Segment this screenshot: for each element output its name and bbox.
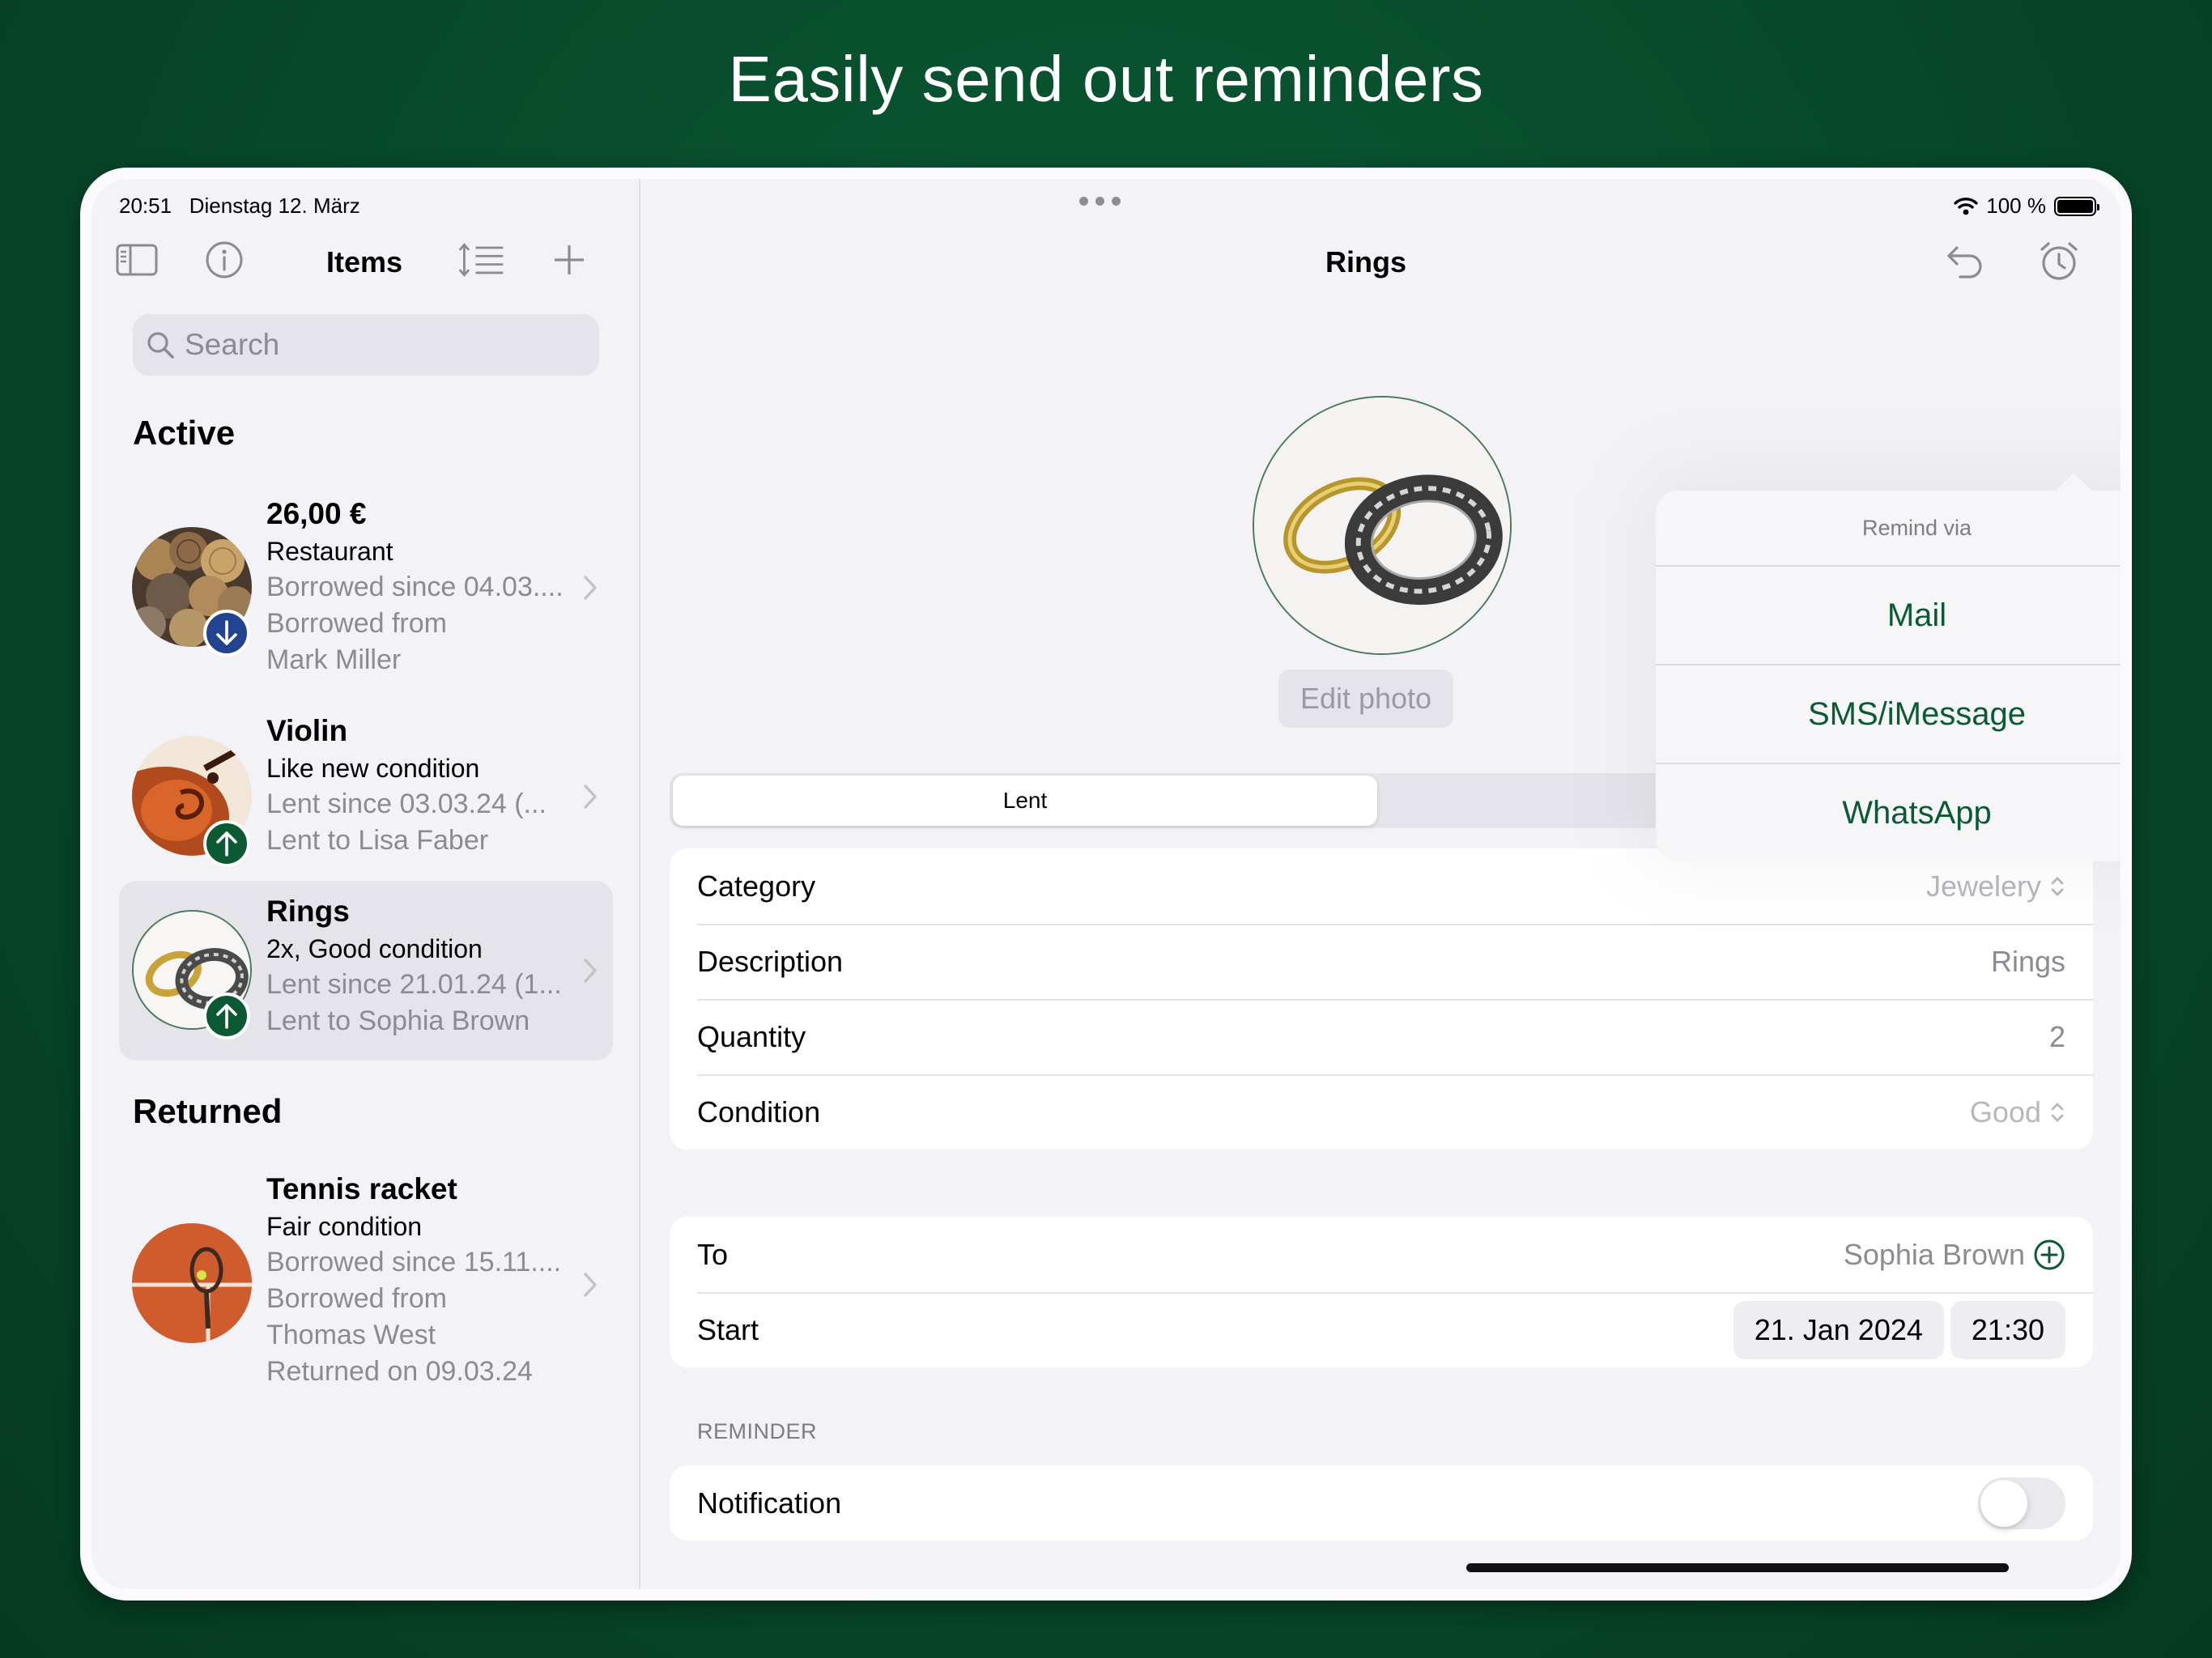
item-detail: Lent since 21.01.24 (1... bbox=[266, 969, 562, 1000]
status-clock: 20:51 Dienstag 12. März bbox=[119, 193, 360, 219]
segment-lent[interactable]: Lent bbox=[673, 776, 1377, 826]
remind-sms-option[interactable]: SMS/iMessage bbox=[1656, 664, 2121, 763]
status-indicators: 100 % bbox=[1954, 193, 2099, 219]
multitasking-dots-icon[interactable] bbox=[1079, 197, 1121, 206]
section-returned: Returned bbox=[133, 1092, 283, 1130]
start-label: Start bbox=[697, 1312, 759, 1346]
item-detail: Borrowed from bbox=[266, 1283, 447, 1314]
description-label: Description bbox=[697, 944, 844, 978]
borrowed-arrow-icon bbox=[203, 610, 250, 657]
notification-row: Notification bbox=[670, 1465, 2093, 1541]
popover-header: Remind via bbox=[1861, 515, 1972, 540]
reminder-section-caption: REMINDER bbox=[697, 1419, 818, 1443]
tennis-thumbnail bbox=[132, 1223, 252, 1343]
item-title: 26,00 € bbox=[266, 497, 367, 530]
list-item-tennis-racket[interactable]: Tennis racket Fair condition Borrowed si… bbox=[119, 1170, 613, 1405]
item-detail: Mark Miller bbox=[266, 644, 402, 675]
lent-arrow-icon bbox=[203, 993, 250, 1039]
item-fields-group: Category Jewelery Description Rings Quan… bbox=[670, 848, 2093, 1150]
home-indicator[interactable] bbox=[1466, 1563, 2009, 1572]
edit-photo-button[interactable]: Edit photo bbox=[1278, 670, 1453, 728]
detail-pane: 100 % Rings Edit photo Lent Bo bbox=[642, 179, 2121, 1589]
item-detail: Borrowed since 15.11.... bbox=[266, 1247, 562, 1278]
sidebar-title: Items bbox=[326, 245, 403, 278]
item-title: Tennis racket bbox=[266, 1172, 457, 1205]
list-item-restaurant[interactable]: 26,00 € Restaurant Borrowed since 04.03.… bbox=[119, 495, 613, 681]
reminder-group: Notification bbox=[670, 1465, 2093, 1541]
item-subtitle: Restaurant bbox=[266, 537, 393, 566]
battery-icon bbox=[2054, 196, 2099, 216]
remind-mail-option[interactable]: Mail bbox=[1656, 565, 2121, 664]
start-time-button[interactable]: 21:30 bbox=[1950, 1300, 2065, 1359]
quantity-row[interactable]: Quantity 2 bbox=[670, 999, 2093, 1074]
headline: Easily send out reminders bbox=[728, 43, 1484, 115]
person-date-group: To Sophia Brown Start 21. Jan 2024 21:30 bbox=[670, 1217, 2093, 1367]
condition-value: Good bbox=[1969, 1095, 2041, 1129]
chevron-right-icon bbox=[584, 576, 597, 600]
item-title: Rings bbox=[266, 895, 350, 928]
description-value[interactable]: Rings bbox=[1991, 945, 2065, 979]
condition-row[interactable]: Condition Good bbox=[670, 1074, 2093, 1150]
start-date-button[interactable]: 21. Jan 2024 bbox=[1733, 1300, 1944, 1359]
add-contact-icon[interactable] bbox=[2033, 1239, 2065, 1271]
description-row[interactable]: Description Rings bbox=[670, 924, 2093, 999]
status-date: Dienstag 12. März bbox=[189, 193, 360, 218]
quantity-value[interactable]: 2 bbox=[2049, 1020, 2065, 1054]
wifi-icon bbox=[1954, 197, 1978, 215]
chevron-right-icon bbox=[584, 959, 597, 983]
item-photo[interactable] bbox=[1253, 396, 1512, 655]
alarm-clock-icon[interactable] bbox=[2035, 237, 2083, 286]
item-detail: Lent since 03.03.24 (... bbox=[266, 789, 547, 819]
sidebar-toggle-icon[interactable] bbox=[113, 236, 161, 284]
popover-arrow bbox=[2054, 473, 2093, 492]
sidebar: 20:51 Dienstag 12. März Items Search Act… bbox=[91, 179, 640, 1589]
list-item-violin[interactable]: Violin Like new condition Lent since 03.… bbox=[119, 712, 613, 874]
item-detail: Returned on 09.03.24 bbox=[266, 1356, 533, 1387]
item-subtitle: Like new condition bbox=[266, 754, 480, 783]
chevron-right-icon bbox=[584, 784, 597, 809]
to-value: Sophia Brown bbox=[1843, 1237, 2025, 1271]
item-subtitle: Fair condition bbox=[266, 1212, 423, 1241]
chevron-up-down-icon bbox=[2051, 876, 2064, 896]
info-icon[interactable] bbox=[200, 236, 249, 284]
condition-label: Condition bbox=[697, 1095, 821, 1129]
list-item-rings[interactable]: Rings 2x, Good condition Lent since 21.0… bbox=[119, 881, 613, 1061]
item-detail: Borrowed from bbox=[266, 608, 447, 639]
section-active: Active bbox=[133, 414, 236, 452]
item-detail: Borrowed since 04.03.... bbox=[266, 572, 564, 602]
screen: 20:51 Dienstag 12. März Items Search Act… bbox=[91, 179, 2121, 1589]
remind-whatsapp-option[interactable]: WhatsApp bbox=[1656, 763, 2121, 861]
to-row[interactable]: To Sophia Brown bbox=[670, 1217, 2093, 1292]
status-time: 20:51 bbox=[119, 193, 172, 218]
ipad-frame: 20:51 Dienstag 12. März Items Search Act… bbox=[80, 168, 2132, 1601]
notification-toggle[interactable] bbox=[1978, 1477, 2065, 1529]
to-label: To bbox=[697, 1237, 729, 1271]
item-title: Violin bbox=[266, 714, 348, 747]
remind-via-popover: Remind via Mail SMS/iMessage WhatsApp bbox=[1656, 473, 2121, 861]
search-placeholder: Search bbox=[185, 328, 280, 361]
add-icon[interactable] bbox=[545, 236, 593, 284]
search-icon bbox=[147, 332, 174, 359]
item-subtitle: 2x, Good condition bbox=[266, 934, 483, 963]
lent-arrow-icon bbox=[203, 820, 250, 867]
item-detail: Lent to Lisa Faber bbox=[266, 825, 489, 856]
category-label: Category bbox=[697, 869, 816, 903]
chevron-up-down-icon bbox=[2051, 1102, 2064, 1122]
notification-label: Notification bbox=[697, 1486, 842, 1520]
item-detail: Thomas West bbox=[266, 1320, 436, 1350]
detail-title: Rings bbox=[1325, 245, 1406, 278]
quantity-label: Quantity bbox=[697, 1019, 806, 1053]
chevron-right-icon bbox=[584, 1273, 597, 1297]
start-row: Start 21. Jan 2024 21:30 bbox=[670, 1292, 2093, 1367]
search-field[interactable]: Search bbox=[133, 314, 599, 376]
category-value: Jewelery bbox=[1925, 869, 2041, 903]
item-detail: Lent to Sophia Brown bbox=[266, 1005, 530, 1036]
sort-icon[interactable] bbox=[457, 236, 506, 284]
undo-icon[interactable] bbox=[1941, 237, 1989, 286]
battery-percent: 100 % bbox=[1986, 193, 2046, 218]
